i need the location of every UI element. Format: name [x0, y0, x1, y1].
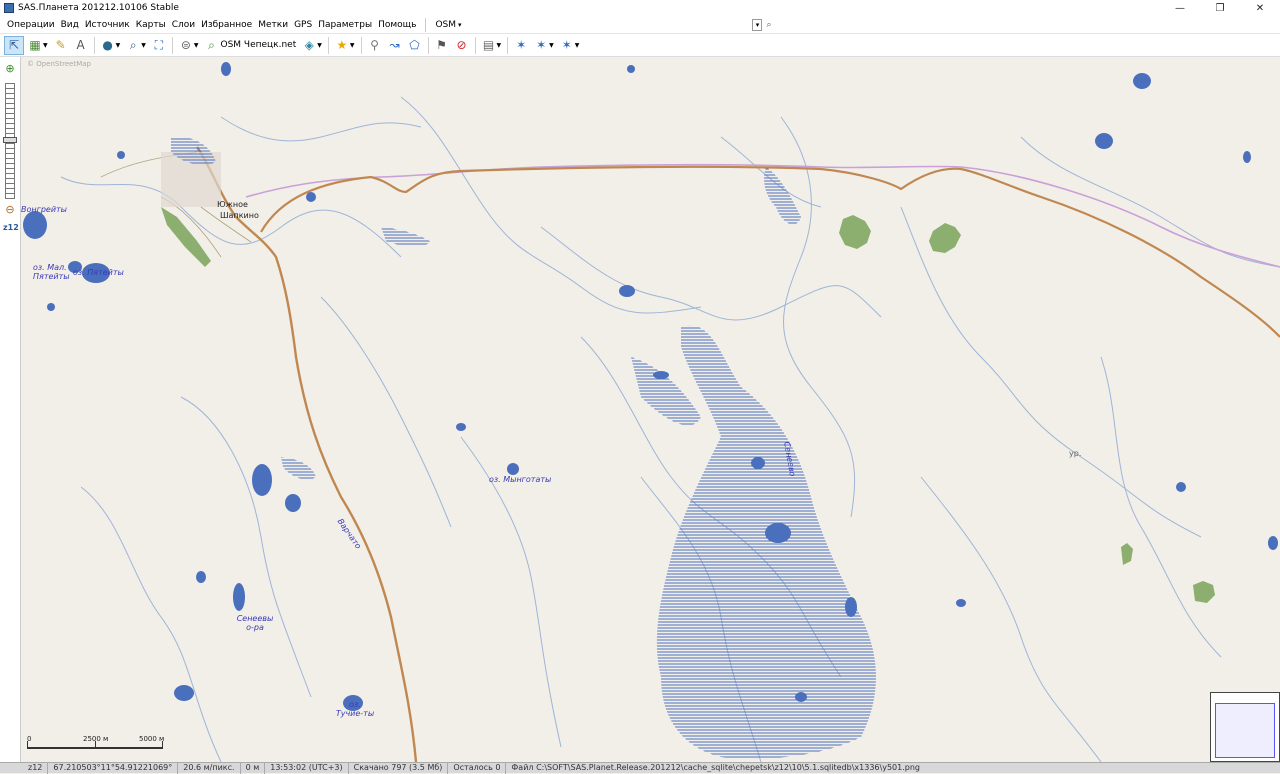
status-zoom: z12: [0, 762, 49, 774]
map-source-select[interactable]: OSM ▾: [432, 17, 597, 32]
zoom-tool-button[interactable]: ⌕ ▼: [124, 36, 148, 55]
scale-zero-label: 0: [27, 735, 32, 743]
gps-center-icon: ✶: [561, 38, 572, 52]
add-polygon-button[interactable]: ⬠: [406, 36, 424, 55]
layers-stack-button[interactable]: ◈ ▼: [300, 36, 324, 55]
menu-settings[interactable]: Параметры: [315, 20, 375, 30]
minimize-button[interactable]: —: [1160, 0, 1200, 16]
map-attribution: © OpenStreetMap: [27, 60, 91, 68]
address-search-input[interactable]: [596, 17, 753, 32]
map-type-button[interactable]: ⌕ OSM Чепецк.net: [203, 36, 299, 55]
map-layers-button[interactable]: ▦ ▼: [26, 36, 50, 55]
status-remaining: Осталось 0: [448, 762, 507, 774]
star-icon: ★: [336, 38, 348, 52]
minimap-viewport[interactable]: [1215, 703, 1275, 758]
zoom-icon: ⌕: [129, 37, 137, 52]
app-icon: [4, 3, 14, 13]
status-downloaded: Скачано 797 (3.5 Мб): [349, 762, 449, 774]
gps-connect-icon: ✶: [516, 38, 527, 52]
status-distance: 0 м: [241, 762, 266, 774]
map-layers-icon: ▦: [29, 38, 41, 52]
polygon-icon: ⬠: [409, 38, 420, 52]
satellite-icon: ⊜: [180, 38, 191, 52]
scale-bar: 0 2500 м 5000 м: [27, 735, 167, 753]
status-scale: 20.6 м/пикс.: [178, 762, 241, 774]
cache-icon: ▤: [482, 38, 495, 52]
map-label: оз. Мал. Пятейты: [33, 263, 70, 281]
title-bar: SAS.Планета 201212.10106 Stable — ❐ ✕: [0, 0, 1280, 16]
map-label: Шапкино: [220, 211, 259, 220]
layers-stack-icon: ◈: [304, 38, 314, 52]
globe-button[interactable]: ● ▼: [99, 36, 123, 55]
menu-layers[interactable]: Слои: [169, 20, 198, 30]
path-icon: ↝: [389, 38, 400, 52]
map-label: оз. Пятейты: [73, 268, 124, 277]
gps-center-button[interactable]: ✶ ▼: [558, 36, 582, 55]
cache-button[interactable]: ▤ ▼: [480, 36, 504, 55]
favorites-button[interactable]: ★ ▼: [333, 36, 357, 55]
menu-favorites[interactable]: Избранное: [198, 20, 255, 30]
menu-marks[interactable]: Метки: [255, 20, 291, 30]
scale-mid-label: 2500 м: [83, 735, 109, 743]
status-coordinates: 67.210503°11°54.91221069°: [48, 762, 179, 774]
map-label: Вонгрейты: [21, 205, 67, 214]
status-bar: z12 67.210503°11°54.91221069° 20.6 м/пик…: [0, 762, 1280, 774]
status-time: 13:53:02 (UTC+3): [265, 762, 349, 774]
menu-bar: Операции Вид Источник Карты Слои Избранн…: [0, 16, 1280, 34]
globe-icon: ●: [102, 38, 113, 52]
menu-help[interactable]: Помощь: [375, 20, 419, 30]
map-label: Сенеевы о-ра: [236, 614, 274, 632]
map-label: оз. Тучие-ты: [335, 700, 375, 718]
window-controls: — ❐ ✕: [1160, 0, 1280, 16]
ruler-icon: ✎: [55, 38, 66, 52]
map-label: оз. Мынготаты: [489, 475, 552, 484]
add-placemark-button[interactable]: ⚲: [366, 36, 384, 55]
map-canvas: [23, 62, 1280, 762]
chevron-down-icon: ▾: [458, 20, 462, 29]
map-type-icon: ⌕: [208, 37, 215, 52]
zoom-level-label: z12: [3, 223, 19, 232]
zoom-out-icon[interactable]: ⊖: [4, 204, 16, 216]
map-label: ур.: [1069, 449, 1082, 458]
marks-button[interactable]: ⚑: [433, 36, 451, 55]
ruler-button[interactable]: ✎: [52, 36, 70, 55]
status-file: Файл C:\SOFT\SAS.Planet.Release.201212\c…: [511, 762, 920, 772]
pointer-tool-button[interactable]: ⇱: [4, 35, 24, 55]
add-path-button[interactable]: ↝: [386, 36, 404, 55]
menu-operations[interactable]: Операции: [4, 20, 58, 30]
menu-separator: [425, 17, 427, 32]
zoom-slider-thumb[interactable]: [3, 137, 17, 143]
zoom-in-icon[interactable]: ⊕: [4, 63, 16, 75]
window-title: SAS.Планета 201212.10106 Stable: [18, 3, 179, 13]
text-icon: A: [76, 38, 85, 52]
pointer-icon: ⇱: [8, 38, 20, 52]
address-dropdown-button[interactable]: ▾: [752, 18, 763, 31]
placemark-icon: ⚲: [370, 38, 379, 52]
label-icon: ⚑: [436, 38, 447, 52]
zoom-panel: ⊕ ⊖ z12: [0, 57, 21, 762]
menu-view[interactable]: Вид: [58, 20, 82, 30]
map-type-label: OSM Чепецк.net: [220, 40, 297, 50]
text-tool-button[interactable]: A: [72, 36, 90, 55]
minimap[interactable]: [1210, 692, 1280, 762]
search-icon[interactable]: ⌕: [766, 20, 771, 30]
close-button[interactable]: ✕: [1240, 0, 1280, 16]
menu-gps[interactable]: GPS: [291, 20, 315, 30]
gps-track-icon: ✶: [536, 38, 547, 52]
hide-marks-button[interactable]: ⊘: [453, 36, 471, 55]
fullscreen-button[interactable]: ⛶: [150, 36, 168, 55]
satellite-button[interactable]: ⊜ ▼: [177, 36, 201, 55]
gps-connect-button[interactable]: ✶: [512, 36, 530, 55]
map-label: Южное: [217, 200, 248, 209]
menu-source[interactable]: Источник: [82, 20, 133, 30]
gps-track-button[interactable]: ✶ ▼: [532, 36, 556, 55]
toolbar: ⇱ ▦ ▼ ✎ A ● ▼ ⌕ ▼ ⛶ ⊜ ▼ ⌕ OSM Чепецк.net ◈ ▼ …: [0, 34, 1280, 57]
map-view[interactable]: © OpenStreetMap Вонгрейты Южное Шапкино …: [21, 57, 1280, 762]
map-source-value: OSM: [435, 19, 457, 30]
menu-maps[interactable]: Карты: [133, 20, 169, 30]
hide-marks-icon: ⊘: [456, 38, 467, 52]
maximize-button[interactable]: ❐: [1200, 0, 1240, 16]
fullscreen-icon: ⛶: [154, 37, 164, 52]
scale-end-label: 5000 м: [139, 735, 165, 743]
